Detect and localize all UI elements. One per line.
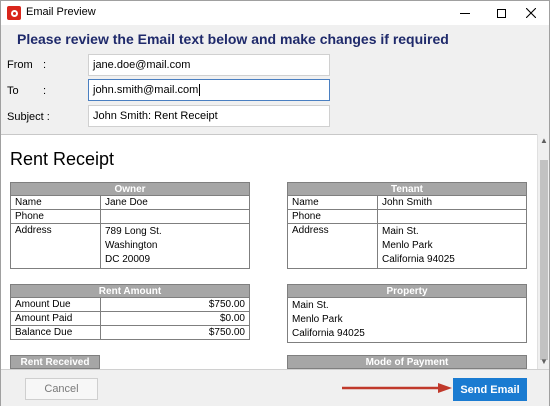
amount-due-value: $750.00 [100,297,250,312]
balance-due-value: $750.00 [100,325,250,340]
tenant-header: Tenant [287,182,527,196]
scroll-down-icon[interactable]: ▼ [540,357,548,367]
tenant-name-label: Name [287,195,378,210]
to-label: To [7,85,19,97]
mode-of-payment-header: Mode of Payment [287,355,527,369]
owner-header: Owner [10,182,250,196]
owner-address-line1: 789 Long St. [105,226,162,237]
owner-phone [100,209,250,224]
owner-name: Jane Doe [100,195,250,210]
tenant-phone [377,209,527,224]
subject-value: John Smith: Rent Receipt [93,110,218,122]
subject-label: Subject : [7,111,50,123]
from-field[interactable]: jane.doe@mail.com [88,54,330,76]
table-row: Amount Paid $0.00 [10,311,250,326]
property-header: Property [287,284,527,298]
to-value: john.smith@mail.com [93,84,199,96]
close-icon[interactable] [513,1,549,25]
property-table: Property Main St. Menlo Park California … [287,284,527,343]
bottom-action-bar: Cancel Send Email [1,369,549,406]
vertical-scrollbar[interactable]: ▲ ▼ [537,134,549,369]
to-colon: : [43,85,47,97]
from-value: jane.doe@mail.com [93,59,191,71]
cancel-button[interactable]: Cancel [25,378,98,400]
to-field[interactable]: john.smith@mail.com [88,79,330,101]
email-body-editor[interactable]: Rent Receipt Owner Name Jane Doe Phone Ad… [1,134,537,369]
minimize-icon[interactable] [447,1,483,25]
scroll-up-icon[interactable]: ▲ [540,136,548,146]
owner-phone-label: Phone [10,209,101,224]
tenant-address-label: Address [287,223,378,269]
owner-address-label: Address [10,223,101,269]
email-preview-window: Email Preview Please review the Email te… [0,0,550,406]
rent-amount-table: Rent Amount Amount Due $750.00 Amount Pai… [10,284,250,340]
owner-table: Owner Name Jane Doe Phone Address 789 Lon… [10,182,250,269]
from-label: From [7,59,33,71]
rent-received-table: Rent Received [10,355,100,369]
tenant-name: John Smith [377,195,527,210]
send-email-button[interactable]: Send Email [453,378,527,401]
tenant-address-line3: California 94025 [382,254,455,265]
window-title: Email Preview [26,6,96,18]
tenant-address-line1: Main St. [382,226,419,237]
owner-name-label: Name [10,195,101,210]
property-address: Main St. Menlo Park California 94025 [287,297,527,343]
title-bar: Email Preview [1,1,549,25]
subject-field[interactable]: John Smith: Rent Receipt [88,105,330,127]
balance-due-label: Balance Due [10,325,101,340]
tenant-table: Tenant Name John Smith Phone Address Main… [287,182,527,269]
amount-paid-value: $0.00 [100,311,250,326]
property-line3: California 94025 [292,328,365,339]
table-row: Balance Due $750.00 [10,325,250,340]
from-colon: : [43,59,47,71]
scroll-thumb[interactable] [540,160,548,360]
property-line1: Main St. [292,300,329,311]
amount-paid-label: Amount Paid [10,311,101,326]
owner-address: 789 Long St. Washington DC 20009 [100,223,250,269]
document-title: Rent Receipt [10,149,115,169]
tenant-address-line2: Menlo Park [382,240,433,251]
property-line2: Menlo Park [292,314,343,325]
amount-due-label: Amount Due [10,297,101,312]
text-cursor [199,84,201,97]
owner-address-line2: Washington [105,240,158,251]
review-instructions-heading: Please review the Email text below and m… [17,31,449,47]
tenant-phone-label: Phone [287,209,378,224]
tenant-address: Main St. Menlo Park California 94025 [377,223,527,269]
table-row: Amount Due $750.00 [10,297,250,312]
rent-received-header: Rent Received [10,355,100,369]
app-logo-icon [7,6,21,20]
red-arrow-icon [342,383,452,393]
mode-of-payment-table: Mode of Payment [287,355,527,369]
rent-amount-header: Rent Amount [10,284,250,298]
owner-address-line3: DC 20009 [105,254,151,265]
